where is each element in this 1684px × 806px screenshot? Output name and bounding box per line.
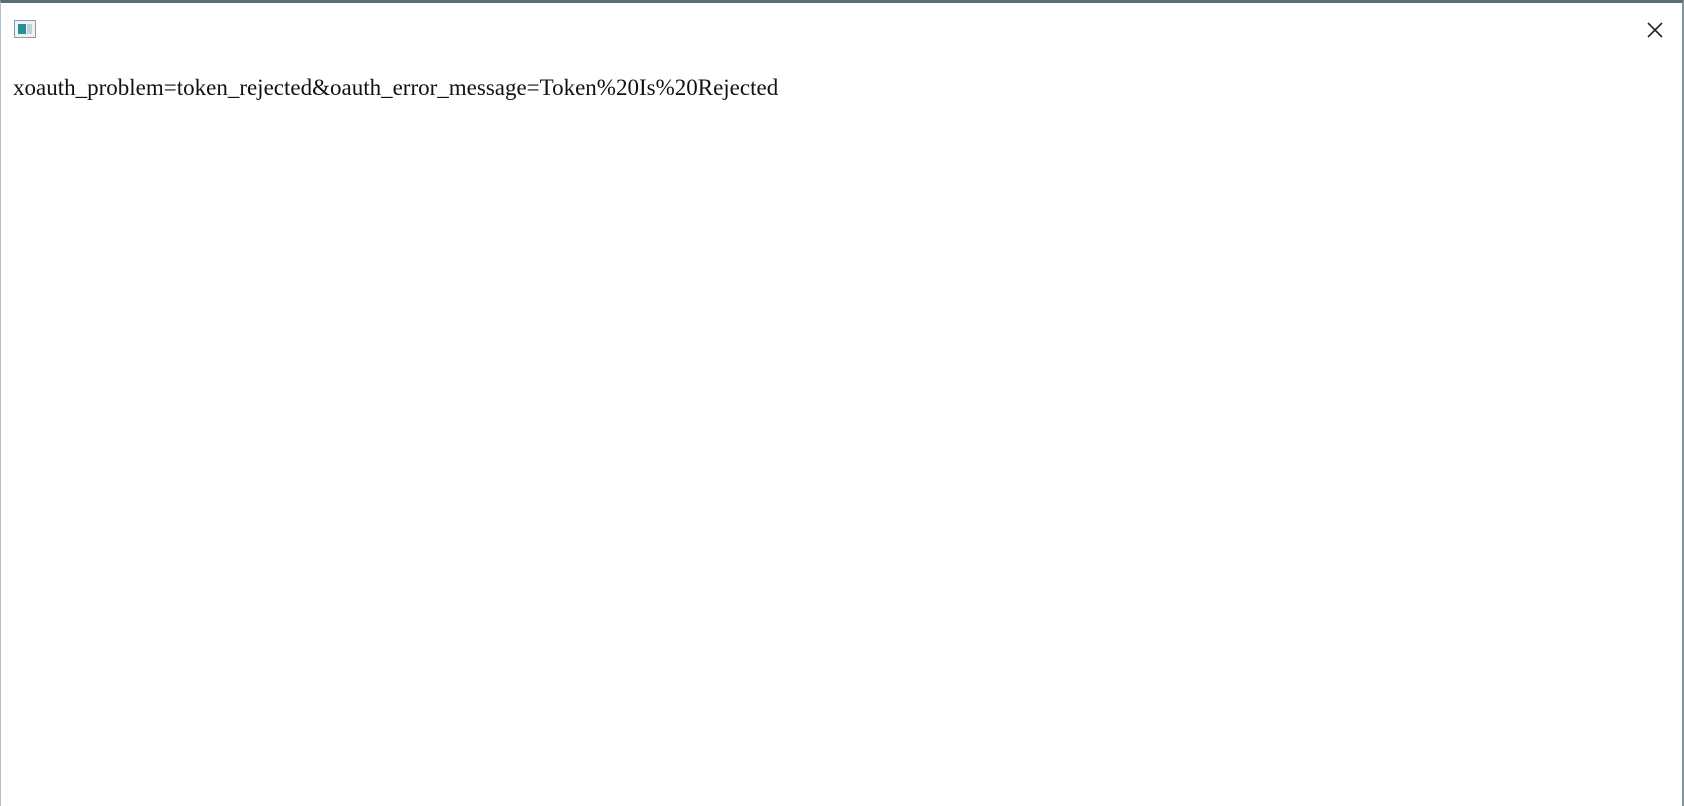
close-icon <box>1647 22 1663 38</box>
close-button[interactable] <box>1636 11 1674 49</box>
app-icon-pane-left <box>18 24 26 34</box>
app-icon-pane-right <box>27 24 32 34</box>
oauth-error-response-text: xoauth_problem=token_rejected&oauth_erro… <box>13 75 779 100</box>
title-bar[interactable] <box>1 3 1682 57</box>
app-window-icon <box>14 20 36 38</box>
page-content: xoauth_problem=token_rejected&oauth_erro… <box>13 73 1670 103</box>
oauth-popup-window: xoauth_problem=token_rejected&oauth_erro… <box>0 0 1684 806</box>
